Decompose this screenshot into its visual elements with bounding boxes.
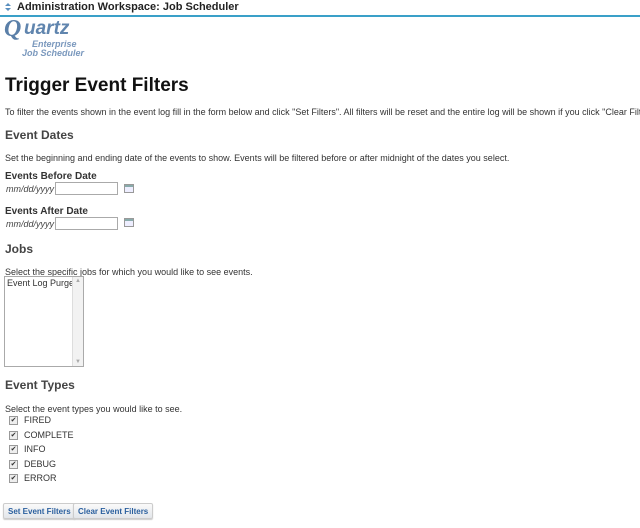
event-type-error[interactable]: ✔ ERROR	[9, 472, 57, 484]
events-before-label: Events Before Date	[5, 171, 97, 182]
checkbox[interactable]: ✔	[9, 459, 18, 469]
window-title: Administration Workspace: Job Scheduler	[17, 1, 239, 13]
calendar-icon[interactable]	[124, 218, 134, 227]
quartz-logo: Q uartz Enterprise Job Scheduler	[4, 16, 86, 58]
window-titlebar: Administration Workspace: Job Scheduler	[0, 0, 640, 17]
checkbox[interactable]: ✔	[9, 415, 18, 425]
events-after-format: mm/dd/yyyy	[6, 219, 55, 229]
event-types-description: Select the event types you would like to…	[5, 404, 183, 414]
event-dates-heading: Event Dates	[5, 128, 74, 142]
checkbox[interactable]: ✔	[9, 430, 18, 440]
logo-main: uartz	[24, 18, 70, 39]
event-types-heading: Event Types	[5, 378, 75, 392]
checkbox-label: COMPLETE	[24, 430, 74, 440]
set-event-filters-button[interactable]: Set Event Filters	[3, 503, 76, 519]
event-type-debug[interactable]: ✔ DEBUG	[9, 458, 56, 470]
scroll-up-icon[interactable]: ▲	[75, 278, 81, 284]
refresh-icon[interactable]	[4, 2, 12, 12]
events-before-input[interactable]	[55, 182, 118, 195]
jobs-listbox[interactable]: Event Log Purge ▲ ▼	[4, 276, 84, 367]
logo-line2: Job Scheduler	[22, 48, 85, 58]
clear-event-filters-button[interactable]: Clear Event Filters	[73, 503, 154, 519]
checkbox-label: FIRED	[24, 415, 51, 425]
checkbox[interactable]: ✔	[9, 473, 18, 483]
events-before-format: mm/dd/yyyy	[6, 184, 55, 194]
event-type-complete[interactable]: ✔ COMPLETE	[9, 429, 74, 441]
jobs-heading: Jobs	[5, 242, 34, 256]
event-dates-description: Set the beginning and ending date of the…	[5, 153, 510, 163]
intro-text: To filter the events shown in the event …	[5, 107, 640, 117]
checkbox[interactable]: ✔	[9, 444, 18, 454]
listbox-scrollbar[interactable]: ▲ ▼	[72, 277, 83, 366]
page-title: Trigger Event Filters	[5, 75, 189, 96]
job-option[interactable]: Event Log Purge	[7, 278, 74, 288]
logo-q: Q	[4, 16, 22, 42]
checkbox-label: DEBUG	[24, 459, 57, 469]
checkbox-label: ERROR	[24, 473, 57, 483]
events-after-input[interactable]	[55, 217, 118, 230]
event-type-fired[interactable]: ✔ FIRED	[9, 414, 51, 426]
event-type-info[interactable]: ✔ INFO	[9, 443, 46, 455]
calendar-icon[interactable]	[124, 184, 134, 193]
events-after-label: Events After Date	[5, 206, 88, 217]
scroll-down-icon[interactable]: ▼	[75, 359, 81, 365]
checkbox-label: INFO	[24, 444, 46, 454]
